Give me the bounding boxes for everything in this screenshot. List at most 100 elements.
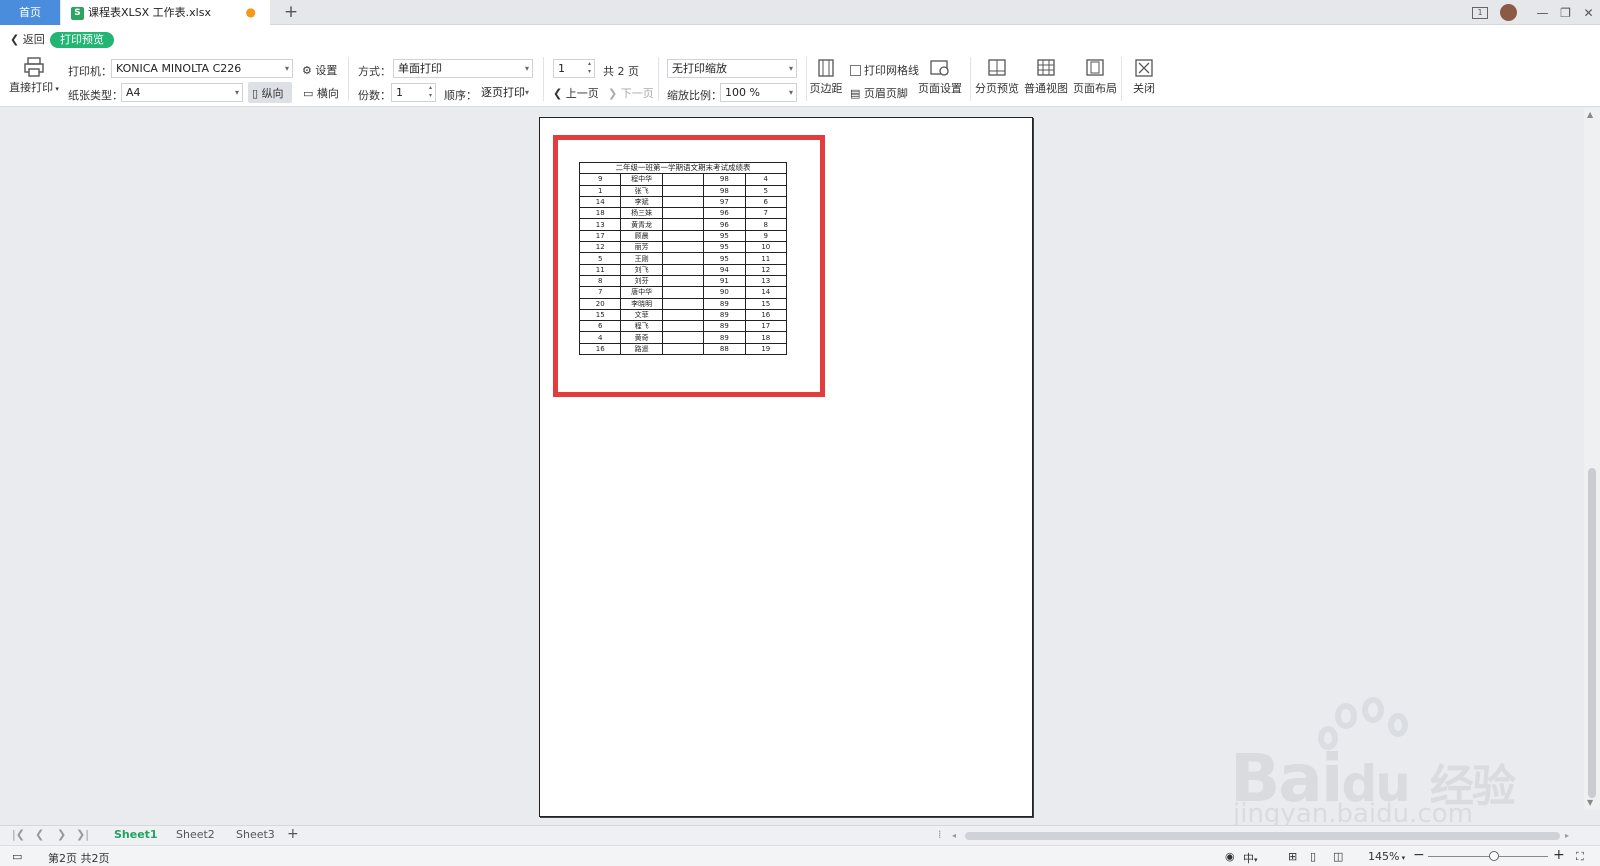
add-sheet-button[interactable]: + [287,826,299,842]
highlight-box [553,135,825,397]
sheet-tab-3[interactable]: Sheet3 [236,828,275,841]
page-setup-button[interactable]: 页面设置 [918,59,962,96]
sheet-tab-bar: |❮ ❮ ❯ ❯| Sheet1 Sheet2 Sheet3 + ⁞ ◂ ▸ [0,825,1600,845]
stepper-arrows-icon: ▴ ▾ [428,84,432,99]
header-footer-icon: ▤ [850,87,861,100]
normal-view-button[interactable]: 普通视图 [1024,59,1068,96]
close-preview-button[interactable]: 关闭 [1126,59,1162,96]
next-sheet-icon[interactable]: ❯ [57,828,66,841]
tab-home[interactable]: 首页 [0,0,60,25]
landscape-page-icon: ▭ [303,87,314,100]
margins-label: 页边距 [809,82,843,95]
scroll-up-icon[interactable]: ▲ [1587,110,1593,119]
fullscreen-icon[interactable]: ⛶ [1576,850,1584,864]
page-setup-icon [930,60,949,76]
scroll-left-icon[interactable]: ◂ [952,831,956,840]
header-footer-label: 页眉页脚 [863,87,908,100]
print-gridlines-checkbox[interactable]: 打印网格线 [850,62,919,78]
paper-select[interactable]: A4 ▾ [121,83,243,102]
page-info: 第2页 共2页 [48,852,110,865]
back-button[interactable]: ❮ 返回 [10,31,45,47]
sheet-tab-2[interactable]: Sheet2 [176,828,215,841]
landscape-label: 横向 [316,87,339,100]
print-preview-badge: 打印预览 [50,32,114,48]
baidu-paw-toe [1335,703,1357,729]
split-handle-icon[interactable]: ⁞ [938,828,942,841]
window-controls: 1 — ❐ ✕ [1472,0,1600,25]
back-label: 返回 [22,33,45,46]
toolbar-divider [806,57,807,101]
page-break-status-icon[interactable]: ◫ [1333,850,1343,863]
restore-icon[interactable]: ❐ [1554,6,1577,20]
scroll-right-icon[interactable]: ▸ [1565,831,1569,840]
file-tab-label: 课程表XLSX 工作表.xlsx [88,6,211,19]
close-label: 关闭 [1133,82,1155,95]
zoom-level[interactable]: 145% ▾ [1368,850,1405,863]
window-layout-icon[interactable]: 1 [1472,6,1488,19]
portrait-label: 纵向 [261,87,284,100]
last-sheet-icon[interactable]: ❯| [76,828,89,841]
printer-settings-button[interactable]: ⚙ 设置 [302,62,337,78]
portrait-button[interactable]: ▯ 纵向 [248,82,292,103]
checkbox-icon [850,65,861,76]
order-label: 顺序： [444,89,477,102]
sheet-tab-1[interactable]: Sheet1 [114,828,158,841]
mode-label: 方式： [358,65,391,78]
zoom-slider[interactable] [1428,856,1548,857]
order-select[interactable]: 逐页打印 ▾ [476,83,533,102]
first-sheet-icon[interactable]: |❮ [12,828,25,841]
zoom-out-icon[interactable]: − [1413,847,1425,863]
next-page-button[interactable]: ❯ 下一页 [608,85,654,101]
toolbar-divider [543,57,544,101]
chevron-left-icon: ❮ [553,87,566,100]
horizontal-scrollbar[interactable] [965,832,1560,840]
page-layout-icon [1086,59,1104,76]
page-setup-label: 页面设置 [918,82,962,95]
landscape-button[interactable]: ▭ 横向 [303,85,339,101]
eye-icon[interactable]: ◉ [1225,850,1235,863]
scrollbar-thumb[interactable] [1588,468,1596,798]
chevron-down-icon: ▾ [1399,854,1406,862]
prev-sheet-icon[interactable]: ❮ [35,828,44,841]
chevron-down-icon: ▾ [284,64,289,73]
scale-ratio-select[interactable]: 100 % ▾ [720,83,797,102]
printer-select[interactable]: KONICA MINOLTA C226 ▾ [111,59,293,78]
normal-view-status-icon[interactable]: ⊞ [1288,850,1297,863]
prev-page-button[interactable]: ❮ 上一页 [553,85,599,101]
print-mode-select[interactable]: 单面打印 ▾ [393,59,533,78]
scale-ratio-value: 100 % [725,86,760,99]
normal-view-label: 普通视图 [1024,82,1068,95]
page-break-preview-button[interactable]: 分页预览 [975,59,1019,96]
scroll-down-icon[interactable]: ▼ [1587,798,1593,807]
direct-print-button[interactable]: 直接打印 ▾ [8,57,60,95]
close-icon [1135,59,1153,77]
page-layout-status-icon[interactable]: ▯ [1310,850,1316,863]
copies-value: 1 [396,86,403,99]
display-icon[interactable]: ▭ [12,850,22,863]
portrait-page-icon: ▯ [252,87,259,100]
chevron-down-icon: ▾ [524,88,529,97]
minimize-icon[interactable]: — [1531,6,1554,20]
chevron-down-icon: ▾ [1254,856,1258,864]
page-layout-button[interactable]: 页面布局 [1073,59,1117,96]
tab-file[interactable]: S 课程表XLSX 工作表.xlsx ● [61,0,270,25]
margins-button[interactable]: 页边距 [808,59,844,96]
chevron-down-icon: ▾ [524,64,529,73]
header-footer-button[interactable]: ▤ 页眉页脚 [850,85,908,101]
zoom-slider-handle[interactable] [1489,851,1499,861]
zoom-value: 145% [1368,850,1400,863]
chevron-down-icon: ▾ [788,88,793,97]
chevron-right-icon: ❯ [608,87,621,100]
page-number-input[interactable]: 1 ▴ ▾ [553,59,595,78]
chevron-down-icon: ▾ [788,64,793,73]
new-tab-button[interactable]: + [280,0,302,25]
vertical-scrollbar[interactable]: ▲ ▼ [1584,108,1600,810]
input-mode[interactable]: 中▾ [1243,850,1258,866]
total-pages: 共 2 页 [603,65,639,78]
close-window-icon[interactable]: ✕ [1577,6,1600,20]
zoom-in-icon[interactable]: + [1553,847,1565,863]
scale-mode-select[interactable]: 无打印缩放 ▾ [667,59,797,78]
toolbar-divider [970,57,971,101]
avatar[interactable] [1500,4,1517,21]
copies-stepper[interactable]: 1 ▴ ▾ [391,83,436,102]
